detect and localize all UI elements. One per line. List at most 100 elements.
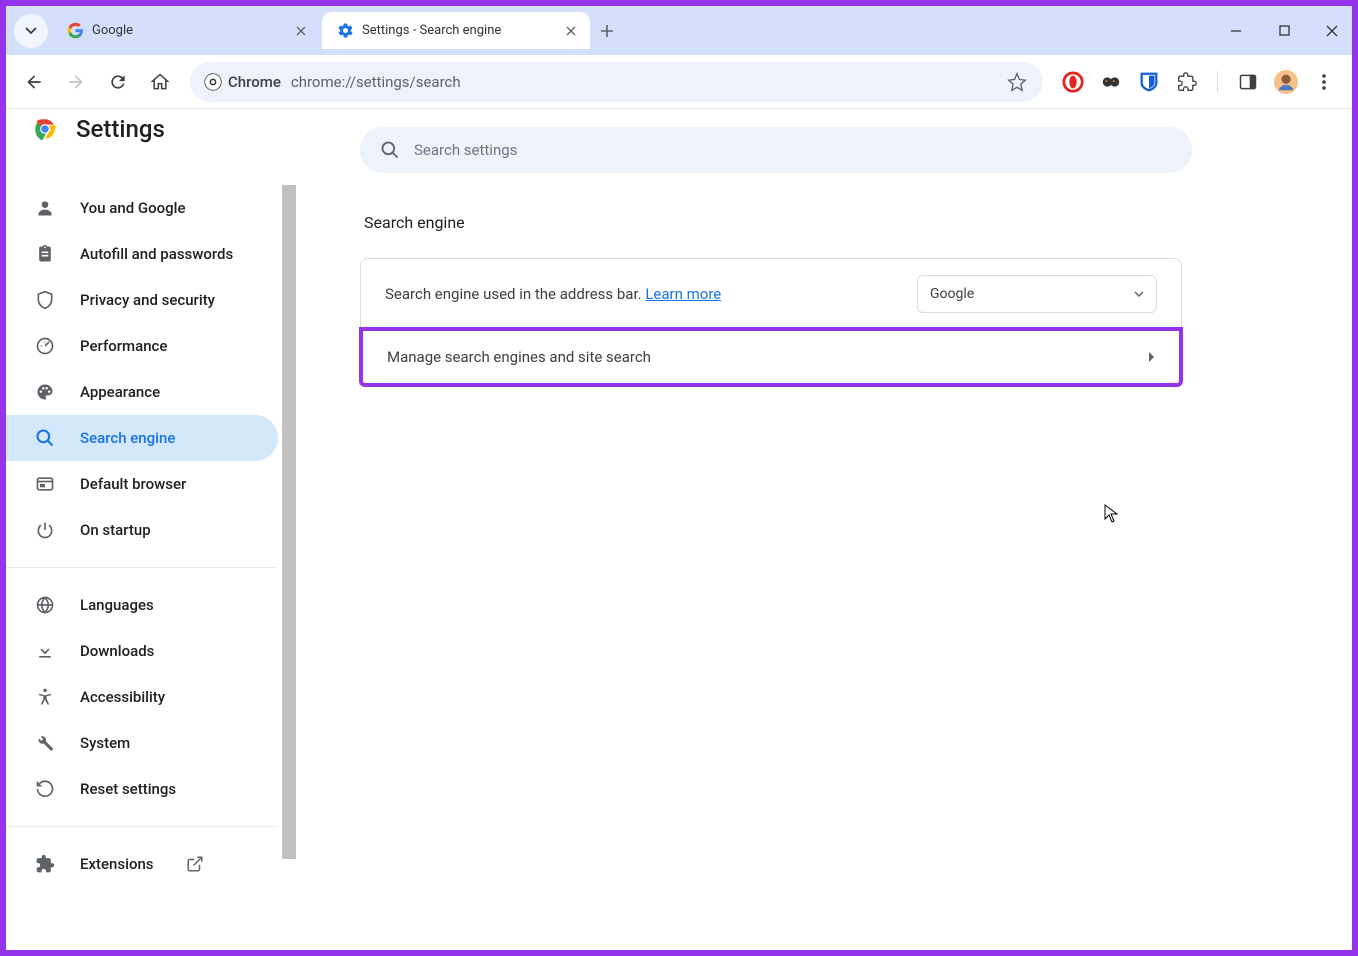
tab-search-button[interactable] bbox=[14, 14, 48, 48]
external-link-icon bbox=[186, 855, 204, 873]
close-window-button[interactable] bbox=[1322, 21, 1342, 41]
close-icon[interactable] bbox=[562, 22, 580, 40]
search-settings-input[interactable] bbox=[414, 141, 1172, 159]
browser-icon bbox=[34, 473, 56, 495]
maximize-button[interactable] bbox=[1274, 21, 1294, 41]
address-chip: Chrome bbox=[204, 73, 281, 91]
search-settings-box[interactable] bbox=[360, 127, 1192, 173]
sidebar-item-label: You and Google bbox=[80, 199, 185, 217]
extensions-puzzle-icon[interactable] bbox=[1175, 70, 1199, 94]
sidebar-item-appearance[interactable]: Appearance bbox=[6, 369, 278, 415]
speedometer-icon bbox=[34, 335, 56, 357]
gear-icon bbox=[336, 22, 354, 40]
search-icon bbox=[34, 427, 56, 449]
window-controls bbox=[1226, 6, 1342, 55]
main-content: Search engine Search engine used in the … bbox=[296, 109, 1352, 950]
menu-button[interactable] bbox=[1312, 70, 1336, 94]
address-url: chrome://settings/search bbox=[291, 73, 995, 91]
search-engine-row: Search engine used in the address bar. L… bbox=[361, 259, 1181, 329]
search-engine-dropdown[interactable]: Google bbox=[917, 275, 1157, 313]
restore-icon bbox=[34, 778, 56, 800]
sidebar-item-label: Performance bbox=[80, 337, 167, 355]
extension-icons bbox=[1055, 70, 1342, 94]
chrome-icon bbox=[204, 73, 222, 91]
tab-title: Google bbox=[92, 23, 284, 38]
minimize-button[interactable] bbox=[1226, 21, 1246, 41]
sidebar-item-label: Downloads bbox=[80, 642, 154, 660]
bookmark-button[interactable] bbox=[1005, 70, 1029, 94]
globe-icon bbox=[34, 594, 56, 616]
sidebar-item-accessibility[interactable]: Accessibility bbox=[6, 674, 278, 720]
sidebar-item-label: Languages bbox=[80, 596, 154, 614]
sidebar-scrollbar[interactable] bbox=[282, 185, 296, 859]
search-engine-card: Search engine used in the address bar. L… bbox=[360, 258, 1182, 386]
extension-icon bbox=[34, 853, 56, 875]
learn-more-link[interactable]: Learn more bbox=[645, 285, 721, 303]
tab-settings[interactable]: Settings - Search engine bbox=[322, 12, 590, 49]
close-icon[interactable] bbox=[292, 22, 310, 40]
sidebar-item-label: Default browser bbox=[80, 475, 186, 493]
divider bbox=[1217, 71, 1218, 93]
sidebar-item-label: On startup bbox=[80, 521, 151, 539]
sidebar-item-label: Search engine bbox=[80, 429, 175, 447]
sidebar-item-label: Extensions bbox=[80, 855, 154, 873]
opera-extension-icon[interactable] bbox=[1061, 70, 1085, 94]
sunglasses-extension-icon[interactable] bbox=[1099, 70, 1123, 94]
back-button[interactable] bbox=[16, 64, 52, 100]
sidebar-item-system[interactable]: System bbox=[6, 720, 278, 766]
sidebar-item-label: Accessibility bbox=[80, 688, 165, 706]
person-icon bbox=[34, 197, 56, 219]
sidebar-item-label: Reset settings bbox=[80, 780, 176, 798]
row-text: Search engine used in the address bar. L… bbox=[385, 285, 721, 303]
sidebar-item-extensions[interactable]: Extensions bbox=[6, 841, 278, 887]
download-icon bbox=[34, 640, 56, 662]
accessibility-icon bbox=[34, 686, 56, 708]
sidebar-item-on-startup[interactable]: On startup bbox=[6, 507, 278, 553]
tab-bar: Google Settings - Search engine bbox=[6, 6, 1352, 55]
sidebar-item-default-browser[interactable]: Default browser bbox=[6, 461, 278, 507]
power-icon bbox=[34, 519, 56, 541]
side-panel-icon[interactable] bbox=[1236, 70, 1260, 94]
row-text: Manage search engines and site search bbox=[387, 348, 651, 366]
sidebar-item-privacy[interactable]: Privacy and security bbox=[6, 277, 278, 323]
bitwarden-extension-icon[interactable] bbox=[1137, 70, 1161, 94]
address-bar[interactable]: Chrome chrome://settings/search bbox=[190, 62, 1043, 102]
chevron-down-icon bbox=[1134, 291, 1144, 297]
tab-google[interactable]: Google bbox=[52, 12, 320, 49]
clipboard-icon bbox=[34, 243, 56, 265]
address-chip-label: Chrome bbox=[228, 73, 281, 91]
sidebar-item-label: System bbox=[80, 734, 130, 752]
search-icon bbox=[380, 140, 400, 160]
reload-button[interactable] bbox=[100, 64, 136, 100]
google-favicon-icon bbox=[66, 22, 84, 40]
section-title: Search engine bbox=[364, 213, 1352, 232]
sidebar-item-reset[interactable]: Reset settings bbox=[6, 766, 278, 812]
sidebar-item-languages[interactable]: Languages bbox=[6, 582, 278, 628]
settings-title: Settings bbox=[76, 115, 165, 143]
chevron-down-icon bbox=[25, 25, 37, 37]
sidebar-item-search-engine[interactable]: Search engine bbox=[6, 415, 278, 461]
sidebar-item-you-and-google[interactable]: You and Google bbox=[6, 185, 278, 231]
sidebar-item-autofill[interactable]: Autofill and passwords bbox=[6, 231, 278, 277]
browser-toolbar: Chrome chrome://settings/search bbox=[6, 55, 1352, 109]
shield-icon bbox=[34, 289, 56, 311]
home-button[interactable] bbox=[142, 64, 178, 100]
chevron-right-icon bbox=[1147, 351, 1155, 363]
sidebar-item-label: Appearance bbox=[80, 383, 160, 401]
forward-button[interactable] bbox=[58, 64, 94, 100]
palette-icon bbox=[34, 381, 56, 403]
sidebar-item-performance[interactable]: Performance bbox=[6, 323, 278, 369]
chrome-logo-icon bbox=[32, 116, 58, 142]
new-tab-button[interactable] bbox=[592, 16, 622, 46]
manage-search-engines-row[interactable]: Manage search engines and site search bbox=[359, 327, 1183, 387]
divider bbox=[6, 826, 278, 827]
sidebar-item-label: Autofill and passwords bbox=[80, 245, 233, 263]
dropdown-value: Google bbox=[930, 286, 974, 302]
settings-sidebar: You and Google Autofill and passwords Pr… bbox=[6, 109, 296, 950]
profile-avatar[interactable] bbox=[1274, 70, 1298, 94]
divider bbox=[6, 567, 278, 568]
sidebar-item-label: Privacy and security bbox=[80, 291, 215, 309]
tab-title: Settings - Search engine bbox=[362, 23, 554, 38]
sidebar-item-downloads[interactable]: Downloads bbox=[6, 628, 278, 674]
settings-header: Settings bbox=[32, 115, 165, 143]
